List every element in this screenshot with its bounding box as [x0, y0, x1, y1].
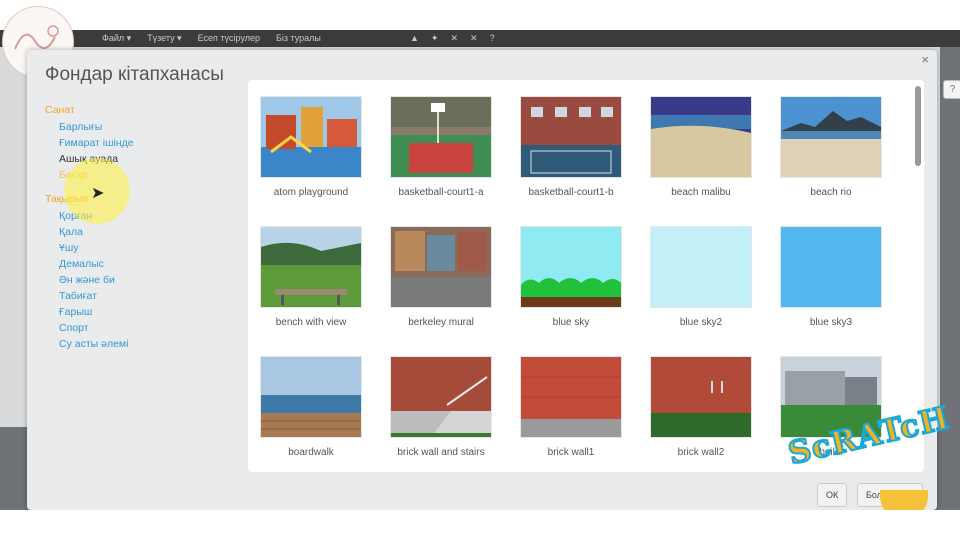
theme-underwater[interactable]: Су асты әлемі	[59, 338, 235, 350]
backdrop-name: boardwalk	[288, 447, 334, 458]
menu-file[interactable]: Файл ▾	[102, 30, 131, 47]
backdrop-name: beach rio	[810, 187, 852, 198]
menu-list: Файл ▾ Түзету ▾ Есеп түсірулер Біз турал…	[102, 30, 321, 47]
theme-holiday[interactable]: Демалыс	[59, 258, 235, 270]
backdrop-tile[interactable]: basketball-court1-b	[520, 96, 622, 198]
theme-nature[interactable]: Табиғат	[59, 290, 235, 302]
sky-blue-thumbnail	[780, 226, 882, 308]
menu-edit[interactable]: Түзету ▾	[147, 30, 181, 47]
beach-mountain-thumbnail	[780, 96, 882, 178]
grow-icon[interactable]: ✕	[450, 30, 458, 47]
boardwalk-thumbnail	[260, 356, 362, 438]
backdrop-name: basketball-court1-a	[398, 187, 484, 198]
backdrop-name: berkeley mural	[408, 317, 474, 328]
backdrop-grid: atom playground basketball-court1-a bask…	[248, 80, 924, 472]
backdrop-tile[interactable]: brick wall1	[520, 356, 622, 458]
brick-wall-thumbnail	[520, 356, 622, 438]
backdrop-tile[interactable]: blue sky2	[650, 226, 752, 328]
backdrop-tile[interactable]: beach malibu	[650, 96, 752, 198]
category-heading: Санат	[45, 104, 75, 116]
filter-sidebar: Санат Барлығы Ғимарат ішінде Ашық ауада …	[45, 104, 235, 354]
theme-music-dance[interactable]: Ән және би	[59, 274, 235, 286]
letterbox-bottom	[0, 510, 960, 540]
theme-sports[interactable]: Спорт	[59, 322, 235, 334]
brick-stairs-thumbnail	[390, 356, 492, 438]
brick-wall-grass-thumbnail	[650, 356, 752, 438]
backdrop-name: beach malibu	[671, 187, 731, 198]
help-icon[interactable]: ?	[490, 30, 495, 47]
close-icon[interactable]: ×	[921, 52, 929, 67]
bench-thumbnail	[260, 226, 362, 308]
backdrop-tile[interactable]: boardwalk	[260, 356, 362, 458]
backdrop-name: blue sky3	[809, 317, 853, 328]
mouse-pointer-icon: ➤	[91, 185, 105, 202]
backdrop-tile[interactable]: beach rio	[780, 96, 882, 198]
backdrop-name: blue sky	[552, 317, 590, 328]
shrink-icon[interactable]: ✕	[470, 30, 478, 47]
sky-pale-thumbnail	[650, 226, 752, 308]
mural-thumbnail	[390, 226, 492, 308]
backdrop-tile[interactable]: blue sky3	[780, 226, 882, 328]
playground-thumbnail	[260, 96, 362, 178]
backdrop-tile[interactable]: atom playground	[260, 96, 362, 198]
theme-flying[interactable]: Ұшу	[59, 242, 235, 254]
backdrop-tile[interactable]: bench with view	[260, 226, 362, 328]
basketball-court-night-thumbnail	[520, 96, 622, 178]
dialog-title: Фондар кітапханасы	[45, 64, 224, 85]
backdrop-name: brick wall2	[677, 447, 725, 458]
app-menu-bar: Файл ▾ Түзету ▾ Есеп түсірулер Біз турал…	[0, 30, 960, 47]
backdrop-name: atom playground	[273, 187, 349, 198]
ok-button[interactable]: ОК	[817, 483, 848, 507]
menu-tips[interactable]: Есеп түсірулер	[198, 30, 260, 47]
basketball-court-thumbnail	[390, 96, 492, 178]
duplicate-icon[interactable]: ▲	[410, 30, 419, 47]
delete-icon[interactable]: ✦	[431, 30, 439, 47]
help-badge[interactable]: ?	[943, 80, 960, 99]
category-all[interactable]: Барлығы	[59, 121, 235, 133]
sky-hills-thumbnail	[520, 226, 622, 308]
backdrop-tile[interactable]: blue sky	[520, 226, 622, 328]
menu-about[interactable]: Біз туралы	[276, 30, 321, 47]
backdrop-name: brick wall1	[547, 447, 595, 458]
backdrop-tile[interactable]: basketball-court1-a	[390, 96, 492, 198]
backdrop-name: blue sky2	[679, 317, 723, 328]
backdrop-tile[interactable]: brick wall and stairs	[390, 356, 492, 458]
backdrop-name: bench with view	[275, 317, 347, 328]
theme-space[interactable]: Ғарыш	[59, 306, 235, 318]
category-indoors[interactable]: Ғимарат ішінде	[59, 137, 235, 149]
grid-scrollbar[interactable]	[915, 86, 921, 166]
backdrop-tile[interactable]: brick wall2	[650, 356, 752, 458]
backdrop-name: brick wall and stairs	[397, 447, 485, 458]
beach-thumbnail	[650, 96, 752, 178]
toolbar-tools: ▲ ✦ ✕ ✕ ?	[410, 30, 495, 47]
theme-city[interactable]: Қала	[59, 226, 235, 238]
backdrop-name: basketball-court1-b	[528, 187, 614, 198]
backdrop-tile[interactable]: berkeley mural	[390, 226, 492, 328]
